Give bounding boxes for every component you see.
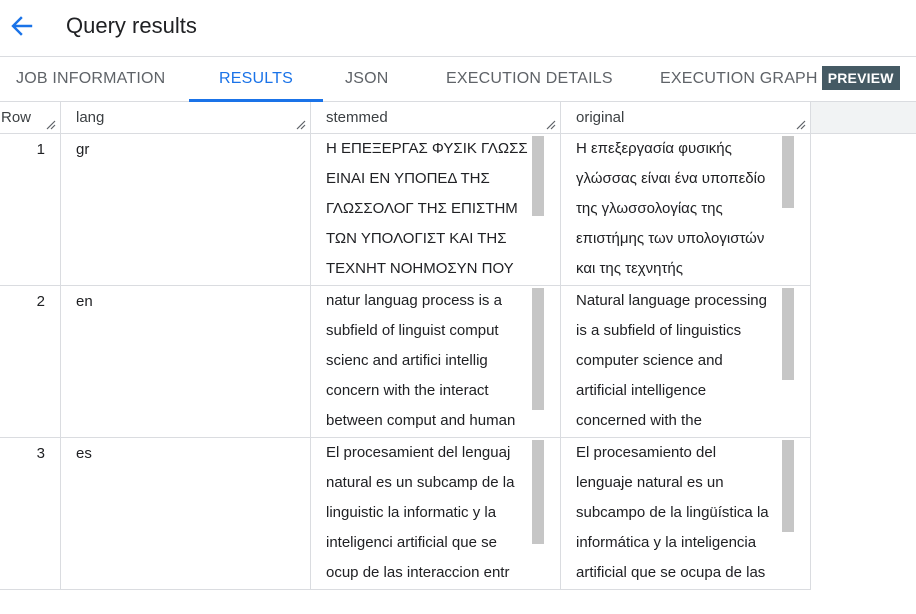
row-number: 2: [0, 286, 61, 437]
resize-handle-icon[interactable]: [546, 120, 556, 130]
table-row: 3 es El procesamient del lenguaj natural…: [0, 438, 811, 590]
resize-handle-icon[interactable]: [46, 120, 56, 130]
tab-bar: JOB INFORMATION RESULTS JSON EXECUTION D…: [0, 57, 916, 102]
text-line: γλώσσας είναι ένα υποπεδίο: [576, 170, 766, 187]
text-line: επιστήμης των υπολογιστών: [576, 230, 765, 247]
text-line: ΤΕΧΝΗΤ ΝΟΗΜΟΣΥΝ ΠΟΥ: [326, 260, 514, 277]
results-table: Row lang stemmed original 1 gr Η ΕΠΕΞΕΡΓ…: [0, 102, 916, 614]
original-text: Η επεξεργασία φυσικής γλώσσας είναι ένα …: [576, 134, 776, 284]
table-header: Row lang stemmed original: [0, 102, 811, 134]
column-header-label: lang: [76, 109, 105, 126]
tab-label: JSON: [345, 70, 389, 87]
stemmed-text: Η ΕΠΕΞΕΡΓΑΣ ΦΥΣΙΚ ΓΛΩΣΣ ΕΙΝΑΙ ΕΝ ΥΠΟΠΕΔ …: [326, 134, 528, 284]
tab-job-information[interactable]: JOB INFORMATION: [16, 57, 165, 101]
text-line: ΓΛΩΣΣΟΛΟΓ ΤΗΣ ΕΠΙΣΤΗΜ: [326, 200, 518, 217]
stemmed-text: natur languag process is a subfield of l…: [326, 286, 526, 436]
column-header-lang[interactable]: lang: [61, 102, 311, 133]
tab-label: JOB INFORMATION: [16, 70, 166, 87]
back-arrow-icon[interactable]: [8, 10, 36, 42]
text-line: inteligenci artificial que se: [326, 534, 497, 551]
row-number: 3: [0, 438, 61, 589]
text-line: artificial que se ocupa de las: [576, 564, 766, 581]
text-line: και της τεχνητής: [576, 260, 683, 277]
cell-scrollbar[interactable]: [782, 288, 794, 380]
cell-scrollbar[interactable]: [782, 136, 794, 208]
stemmed-cell: El procesamient del lenguaj natural es u…: [311, 438, 561, 589]
text-line: linguistic la informatic y la: [326, 504, 497, 521]
column-header-row[interactable]: Row: [0, 102, 61, 133]
cell-scrollbar[interactable]: [782, 440, 794, 532]
text-line: informática y la inteligencia: [576, 534, 757, 551]
text-line: subcampo de la lingüística la: [576, 504, 769, 521]
table-row: 2 en natur languag process is a subfield…: [0, 286, 811, 438]
lang-cell: gr: [61, 134, 311, 285]
text-line: Η ΕΠΕΞΕΡΓΑΣ ΦΥΣΙΚ ΓΛΩΣΣ: [326, 140, 528, 157]
column-header-stemmed[interactable]: stemmed: [311, 102, 561, 133]
tab-execution-graph[interactable]: EXECUTION GRAPH PREVIEW: [660, 57, 900, 101]
original-text: Natural language processing is a subfiel…: [576, 286, 776, 436]
cell-scrollbar[interactable]: [532, 440, 544, 544]
text-line: is a subfield of linguistics: [576, 322, 742, 339]
original-cell: Η επεξεργασία φυσικής γλώσσας είναι ένα …: [561, 134, 811, 285]
text-line: between comput and human: [326, 412, 516, 429]
tab-results[interactable]: RESULTS: [188, 57, 324, 102]
column-header-label: Row: [1, 109, 32, 126]
cell-scrollbar[interactable]: [532, 136, 544, 216]
stemmed-cell: Η ΕΠΕΞΕΡΓΑΣ ΦΥΣΙΚ ΓΛΩΣΣ ΕΙΝΑΙ ΕΝ ΥΠΟΠΕΔ …: [311, 134, 561, 285]
text-line: Natural language processing: [576, 292, 767, 309]
column-header-label: original: [576, 109, 625, 126]
lang-cell: es: [61, 438, 311, 589]
page-header: Query results: [0, 0, 916, 57]
text-line: ocup de las interaccion entr: [326, 564, 510, 581]
original-cell: El procesamiento del lenguaje natural es…: [561, 438, 811, 589]
text-line: lenguaje natural es un: [576, 474, 724, 491]
text-line: ΕΙΝΑΙ ΕΝ ΥΠΟΠΕΔ ΤΗΣ: [326, 170, 490, 187]
header-filler: [811, 102, 916, 134]
text-line: artificial intelligence: [576, 382, 707, 399]
original-cell: Natural language processing is a subfiel…: [561, 286, 811, 437]
resize-handle-icon[interactable]: [296, 120, 306, 130]
text-line: ΤΩΝ ΥΠΟΛΟΓΙΣΤ ΚΑΙ ΤΗΣ: [326, 230, 507, 247]
tab-label: EXECUTION DETAILS: [446, 70, 613, 87]
text-line: scienc and artifici intellig: [326, 352, 488, 369]
text-line: της γλωσσολογίας της: [576, 200, 723, 217]
column-header-label: stemmed: [326, 109, 388, 126]
text-line: concerned with the: [576, 412, 702, 429]
tab-json[interactable]: JSON: [345, 57, 388, 101]
row-number: 1: [0, 134, 61, 285]
column-header-original[interactable]: original: [561, 102, 811, 133]
stemmed-cell: natur languag process is a subfield of l…: [311, 286, 561, 437]
stemmed-text: El procesamient del lenguaj natural es u…: [326, 438, 526, 588]
text-line: computer science and: [576, 352, 723, 369]
resize-handle-icon[interactable]: [796, 120, 806, 130]
cell-scrollbar[interactable]: [532, 288, 544, 410]
page-title: Query results: [66, 13, 197, 38]
tab-execution-details[interactable]: EXECUTION DETAILS: [446, 57, 613, 101]
text-line: natur languag process is a: [326, 292, 502, 309]
lang-cell: en: [61, 286, 311, 437]
tab-label: RESULTS: [219, 70, 294, 87]
text-line: subfield of linguist comput: [326, 322, 499, 339]
tab-label: EXECUTION GRAPH: [660, 70, 818, 87]
text-line: El procesamiento del: [576, 444, 717, 461]
text-line: concern with the interact: [326, 382, 489, 399]
text-line: natural es un subcamp de la: [326, 474, 515, 491]
text-line: El procesamient del lenguaj: [326, 444, 511, 461]
original-text: El procesamiento del lenguaje natural es…: [576, 438, 776, 588]
preview-badge: PREVIEW: [821, 65, 900, 90]
table-row: 1 gr Η ΕΠΕΞΕΡΓΑΣ ΦΥΣΙΚ ΓΛΩΣΣ ΕΙΝΑΙ ΕΝ ΥΠ…: [0, 134, 811, 286]
text-line: Η επεξεργασία φυσικής: [576, 140, 732, 157]
